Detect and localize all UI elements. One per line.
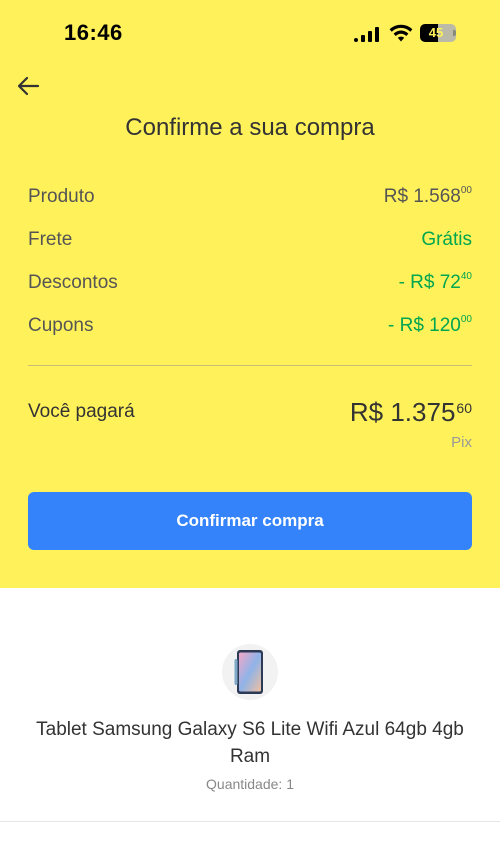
battery-icon: 45 xyxy=(420,24,456,42)
summary-value: - R$ 7240 xyxy=(398,271,472,293)
battery-level: 45 xyxy=(428,25,444,40)
summary-label: Descontos xyxy=(28,272,118,293)
summary-value: Grátis xyxy=(421,229,472,250)
summary-label: Frete xyxy=(28,229,73,250)
summary-label: Produto xyxy=(28,186,95,207)
status-bar: 16:46 45 xyxy=(0,0,500,60)
summary-row-coupons: Cupons - R$ 12000 xyxy=(28,312,472,340)
arrow-left-icon[interactable] xyxy=(14,72,44,100)
signal-icon xyxy=(354,26,379,42)
total-amount: R$ 1.37560 xyxy=(349,397,472,427)
confirm-purchase-button[interactable]: Confirmar compra xyxy=(28,492,472,550)
payment-method: Pix xyxy=(451,434,472,451)
summary-value: R$ 1.56800 xyxy=(383,185,472,207)
summary-row-shipping: Frete Grátis xyxy=(28,226,472,254)
divider xyxy=(0,821,500,822)
product-quantity: Quantidade: 1 xyxy=(206,776,294,792)
product-thumbnail xyxy=(222,644,278,700)
summary-row-discounts: Descontos - R$ 7240 xyxy=(28,269,472,297)
summary-value: - R$ 12000 xyxy=(388,314,472,336)
tablet-icon xyxy=(234,650,263,694)
total-label: Você pagará xyxy=(28,401,135,422)
page-title: Confirme a sua compra xyxy=(125,114,375,141)
product-name: Tablet Samsung Galaxy S6 Lite Wifi Azul … xyxy=(36,719,464,767)
summary-label: Cupons xyxy=(28,315,94,336)
summary-row-product: Produto R$ 1.56800 xyxy=(28,183,472,211)
divider xyxy=(28,365,472,366)
status-time: 16:46 xyxy=(64,20,123,45)
wifi-icon xyxy=(389,24,413,42)
